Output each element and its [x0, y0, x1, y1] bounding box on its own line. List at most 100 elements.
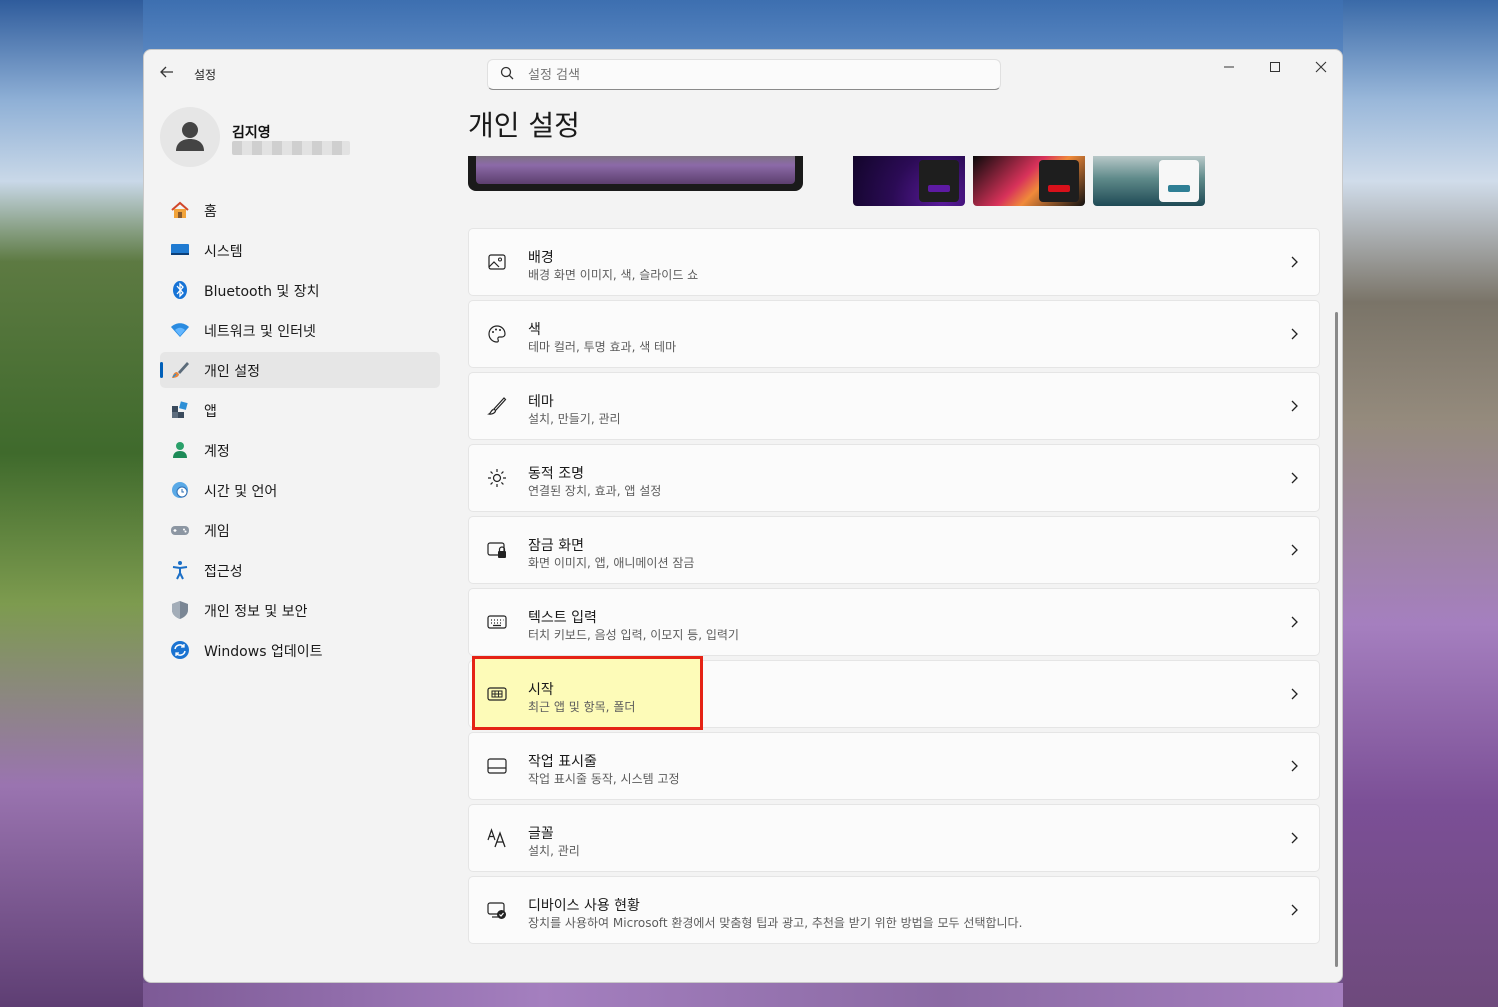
sidebar-item-label: Bluetooth 및 장치 — [204, 284, 320, 300]
card-title: 글꼴 — [528, 826, 554, 842]
theme-thumbnail-lake[interactable] — [1093, 156, 1205, 206]
sidebar-item-personalization[interactable]: 개인 설정 — [160, 352, 440, 388]
card-themes[interactable]: 테마 설치, 만들기, 관리 — [468, 372, 1320, 440]
card-title: 잠금 화면 — [528, 538, 584, 554]
card-start[interactable]: 시작 최근 앱 및 항목, 폴더 — [468, 656, 1320, 730]
back-button[interactable] — [156, 64, 178, 84]
theme-preview-strip — [468, 156, 1328, 208]
sidebar-item-accessibility[interactable]: 접근성 — [160, 552, 440, 588]
chevron-right-icon — [1291, 544, 1298, 556]
minimize-button[interactable] — [1206, 54, 1252, 84]
card-lock-screen[interactable]: 잠금 화면 화면 이미지, 앱, 애니메이션 잠금 — [468, 516, 1320, 584]
card-taskbar[interactable]: 작업 표시줄 작업 표시줄 동작, 시스템 고정 — [468, 732, 1320, 800]
person-icon — [176, 122, 204, 151]
keyboard-icon — [487, 615, 507, 629]
chevron-right-icon — [1291, 472, 1298, 484]
card-text-input[interactable]: 텍스트 입력 터치 키보드, 음성 입력, 이모지 등, 입력기 — [468, 588, 1320, 656]
sidebar-item-system[interactable]: 시스템 — [160, 232, 440, 268]
home-icon — [171, 201, 189, 218]
user-profile[interactable]: 김지영 — [160, 107, 440, 167]
shield-icon — [172, 601, 188, 619]
device-usage-icon — [487, 902, 506, 919]
maximize-button[interactable] — [1252, 54, 1298, 84]
card-fonts[interactable]: 글꼴 설치, 관리 — [468, 804, 1320, 872]
close-button[interactable] — [1298, 54, 1342, 84]
card-colors[interactable]: 색 테마 컬러, 투명 효과, 색 테마 — [468, 300, 1320, 368]
card-title: 동적 조명 — [528, 466, 584, 482]
chevron-right-icon — [1291, 760, 1298, 772]
sidebar-item-label: 시간 및 언어 — [204, 484, 278, 500]
page-title: 개인 설정 — [468, 109, 580, 142]
search-input[interactable] — [528, 65, 978, 85]
account-icon — [173, 442, 187, 458]
profile-email-redacted — [232, 141, 350, 155]
lighting-icon — [488, 469, 506, 487]
chevron-right-icon — [1291, 616, 1298, 628]
card-subtitle: 터치 키보드, 음성 입력, 이모지 등, 입력기 — [528, 628, 739, 642]
sidebar-item-gaming[interactable]: 게임 — [160, 512, 440, 548]
search-box[interactable] — [487, 59, 1001, 90]
sidebar-item-label: Windows 업데이트 — [204, 644, 323, 660]
gamepad-icon — [171, 526, 189, 535]
sidebar-item-windows-update[interactable]: Windows 업데이트 — [160, 632, 440, 668]
image-icon — [488, 254, 506, 270]
avatar — [160, 107, 220, 167]
sidebar-item-label: 네트워크 및 인터넷 — [204, 324, 316, 340]
accessibility-icon — [172, 561, 188, 580]
sidebar-item-time-language[interactable]: 시간 및 언어 — [160, 472, 440, 508]
card-subtitle: 화면 이미지, 앱, 애니메이션 잠금 — [528, 556, 695, 570]
chevron-right-icon — [1291, 832, 1298, 844]
card-background[interactable]: 배경 배경 화면 이미지, 색, 슬라이드 쇼 — [468, 228, 1320, 296]
sidebar-item-home[interactable]: 홈 — [160, 192, 440, 228]
palette-icon — [488, 325, 506, 343]
app-title: 설정 — [194, 68, 217, 82]
apps-icon — [172, 401, 188, 418]
card-title: 배경 — [528, 250, 554, 266]
card-subtitle: 설치, 만들기, 관리 — [528, 412, 621, 426]
minimize-icon — [1224, 66, 1234, 68]
sidebar-item-privacy-security[interactable]: 개인 정보 및 보안 — [160, 592, 440, 628]
back-arrow-icon — [160, 66, 173, 78]
desktop-wallpaper-bottom — [143, 983, 1343, 1007]
system-icon — [171, 244, 189, 255]
desktop-wallpaper-right — [1343, 0, 1498, 1007]
profile-name: 김지영 — [232, 125, 271, 141]
maximize-icon — [1270, 62, 1280, 72]
card-title: 텍스트 입력 — [528, 610, 597, 626]
font-icon — [487, 828, 506, 848]
card-subtitle: 연결된 장치, 효과, 앱 설정 — [528, 484, 662, 498]
brush-icon — [172, 362, 189, 378]
card-subtitle: 작업 표시줄 동작, 시스템 고정 — [528, 772, 680, 786]
sidebar-item-apps[interactable]: 앱 — [160, 392, 440, 428]
sidebar-item-label: 계정 — [204, 444, 230, 460]
chevron-right-icon — [1291, 904, 1298, 916]
theme-thumbnail-flower[interactable] — [973, 156, 1085, 206]
sidebar-item-bluetooth[interactable]: Bluetooth 및 장치 — [160, 272, 440, 308]
settings-card-list: 배경 배경 화면 이미지, 색, 슬라이드 쇼 색 테마 컬러, 투명 효과, … — [468, 228, 1320, 948]
title-bar: 설정 — [144, 50, 1342, 98]
card-device-usage[interactable]: 디바이스 사용 현황 장치를 사용하여 Microsoft 환경에서 맞춤형 팁… — [468, 876, 1320, 944]
update-icon — [171, 641, 189, 659]
card-dynamic-lighting[interactable]: 동적 조명 연결된 장치, 효과, 앱 설정 — [468, 444, 1320, 512]
card-subtitle: 최근 앱 및 항목, 폴더 — [528, 700, 636, 714]
sidebar-item-network[interactable]: 네트워크 및 인터넷 — [160, 312, 440, 348]
card-title: 디바이스 사용 현황 — [528, 898, 640, 914]
bluetooth-icon — [173, 281, 187, 299]
card-subtitle: 설치, 관리 — [528, 844, 580, 858]
chevron-right-icon — [1291, 688, 1298, 700]
card-title: 시작 — [528, 682, 554, 698]
taskbar-icon — [487, 758, 507, 774]
card-title: 테마 — [528, 394, 554, 410]
sidebar-item-label: 시스템 — [204, 244, 243, 260]
lock-screen-icon — [487, 542, 506, 558]
close-icon — [1315, 61, 1327, 73]
card-title: 색 — [528, 322, 541, 338]
sidebar-item-accounts[interactable]: 계정 — [160, 432, 440, 468]
desktop-wallpaper-left — [0, 0, 143, 1007]
scrollbar[interactable] — [1335, 312, 1338, 967]
theme-thumbnail-purple[interactable] — [853, 156, 965, 206]
brush-icon — [487, 397, 507, 415]
card-title: 작업 표시줄 — [528, 754, 597, 770]
card-subtitle: 테마 컬러, 투명 효과, 색 테마 — [528, 340, 677, 354]
sidebar-item-label: 개인 정보 및 보안 — [204, 604, 308, 620]
